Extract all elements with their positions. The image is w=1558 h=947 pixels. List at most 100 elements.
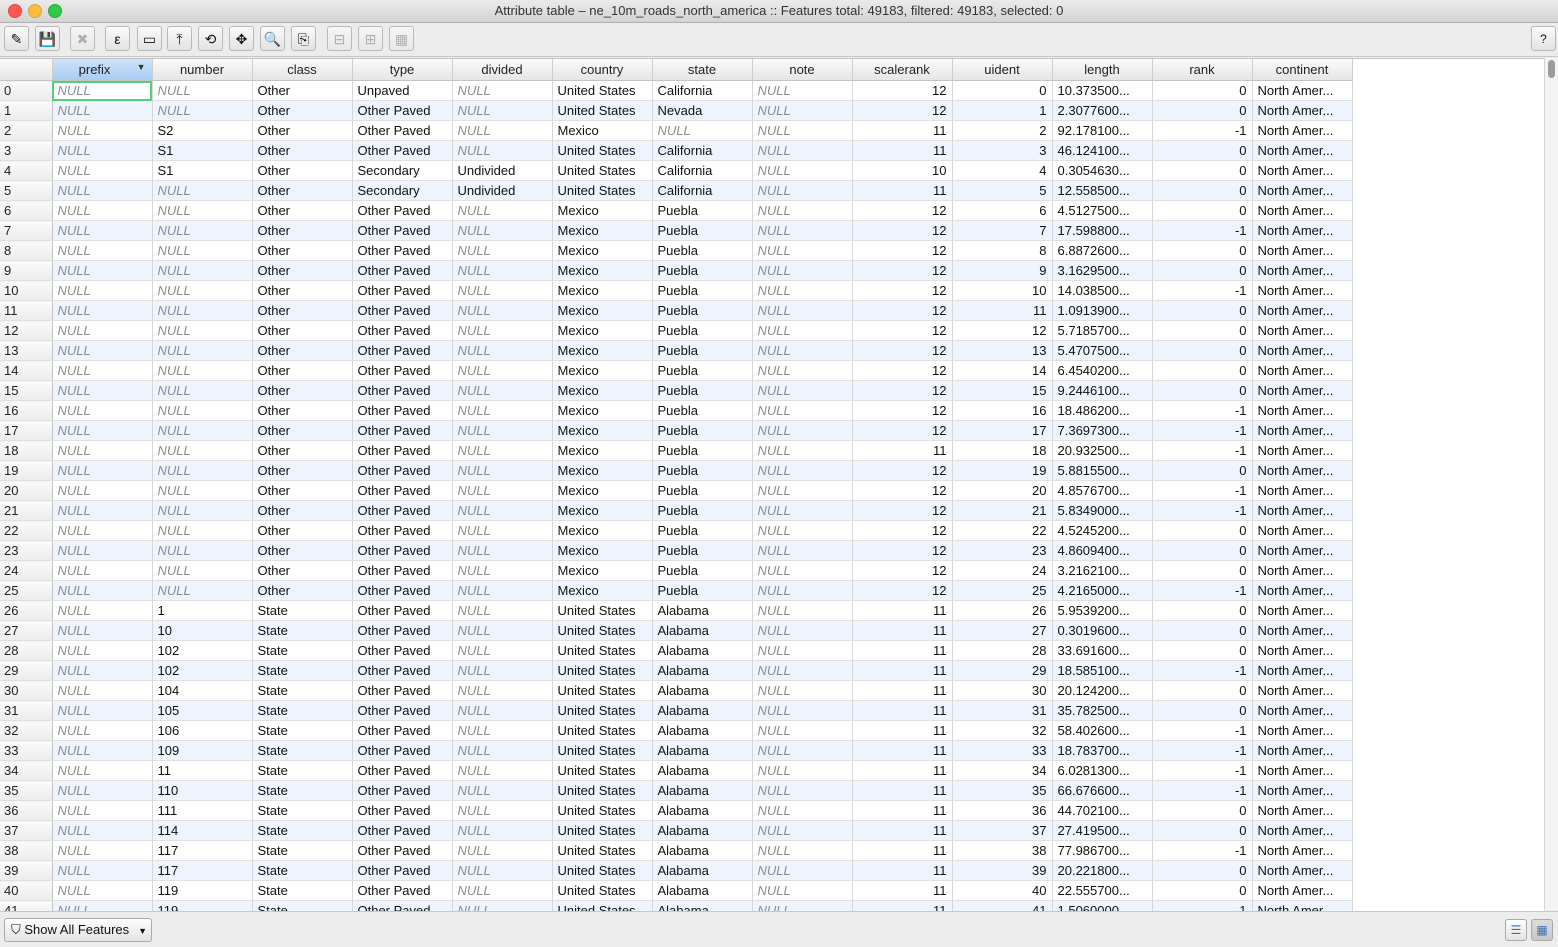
cell-type[interactable]: Other Paved	[352, 620, 453, 641]
cell-note[interactable]: NULL	[752, 720, 853, 741]
cell-divided[interactable]: NULL	[452, 540, 553, 561]
cell-scalerank[interactable]: 11	[852, 900, 953, 911]
cell-state[interactable]: Alabama	[652, 820, 753, 841]
cell-prefix[interactable]: NULL	[52, 780, 153, 801]
cell-type[interactable]: Other Paved	[352, 140, 453, 161]
cell-prefix[interactable]: NULL	[52, 620, 153, 641]
corner-header[interactable]	[0, 59, 53, 81]
cell-uident[interactable]: 21	[952, 500, 1053, 521]
cell-uident[interactable]: 28	[952, 640, 1053, 661]
cell-type[interactable]: Other Paved	[352, 560, 453, 581]
cell-class[interactable]: Other	[252, 180, 353, 201]
cell-number[interactable]: NULL	[152, 540, 253, 561]
cell-uident[interactable]: 13	[952, 340, 1053, 361]
cell-scalerank[interactable]: 11	[852, 180, 953, 201]
table-row[interactable]: 5 NULL NULL Other Secondary Undivided United S…	[0, 180, 1353, 201]
cell-number[interactable]: NULL	[152, 100, 253, 121]
cell-uident[interactable]: 11	[952, 300, 1053, 321]
cell-note[interactable]: NULL	[752, 820, 853, 841]
cell-state[interactable]: Puebla	[652, 360, 753, 381]
table-row[interactable]: 20 NULL NULL Other Other Paved NULL Mexico Pueb…	[0, 480, 1353, 501]
row-header[interactable]: 25	[0, 580, 53, 601]
cell-state[interactable]: Alabama	[652, 740, 753, 761]
cell-state[interactable]: Puebla	[652, 340, 753, 361]
cell-scalerank[interactable]: 12	[852, 260, 953, 281]
cell-number[interactable]: 105	[152, 700, 253, 721]
cell-note[interactable]: NULL	[752, 600, 853, 621]
cell-country[interactable]: Mexico	[552, 500, 653, 521]
cell-rank[interactable]: 0	[1152, 800, 1253, 821]
cell-divided[interactable]: NULL	[452, 620, 553, 641]
cell-type[interactable]: Other Paved	[352, 840, 453, 861]
cell-country[interactable]: Mexico	[552, 260, 653, 281]
cell-country[interactable]: Mexico	[552, 420, 653, 441]
cell-class[interactable]: State	[252, 860, 353, 881]
cell-scalerank[interactable]: 11	[852, 880, 953, 901]
cell-note[interactable]: NULL	[752, 880, 853, 901]
cell-number[interactable]: 114	[152, 820, 253, 841]
cell-type[interactable]: Other Paved	[352, 120, 453, 141]
cell-note[interactable]: NULL	[752, 680, 853, 701]
cell-prefix[interactable]: NULL	[52, 460, 153, 481]
row-header[interactable]: 17	[0, 420, 53, 441]
cell-continent[interactable]: North Amer...	[1252, 480, 1353, 501]
field-calculator-button[interactable]: ▦	[389, 26, 414, 51]
cell-divided[interactable]: NULL	[452, 780, 553, 801]
cell-divided[interactable]: NULL	[452, 800, 553, 821]
cell-prefix[interactable]: NULL	[52, 840, 153, 861]
cell-prefix[interactable]: NULL	[52, 440, 153, 461]
cell-continent[interactable]: North Amer...	[1252, 420, 1353, 441]
zoom-window-button[interactable]	[48, 4, 62, 18]
cell-country[interactable]: Mexico	[552, 360, 653, 381]
cell-type[interactable]: Other Paved	[352, 720, 453, 741]
cell-length[interactable]: 4.5127500...	[1052, 200, 1153, 221]
save-edits-button[interactable]: 💾	[35, 26, 60, 51]
cell-rank[interactable]: 0	[1152, 200, 1253, 221]
cell-state[interactable]: California	[652, 80, 753, 101]
cell-divided[interactable]: Undivided	[452, 160, 553, 181]
cell-length[interactable]: 4.2165000...	[1052, 580, 1153, 601]
cell-length[interactable]: 46.124100...	[1052, 140, 1153, 161]
cell-rank[interactable]: 0	[1152, 880, 1253, 901]
cell-scalerank[interactable]: 11	[852, 800, 953, 821]
cell-length[interactable]: 0.3054630...	[1052, 160, 1153, 181]
column-header-note[interactable]: note	[752, 59, 853, 81]
cell-class[interactable]: Other	[252, 100, 353, 121]
cell-note[interactable]: NULL	[752, 860, 853, 881]
cell-note[interactable]: NULL	[752, 840, 853, 861]
row-header[interactable]: 16	[0, 400, 53, 421]
cell-rank[interactable]: 0	[1152, 80, 1253, 101]
cell-number[interactable]: NULL	[152, 560, 253, 581]
table-row[interactable]: 34 NULL 11 State Other Paved NULL United State…	[0, 760, 1353, 781]
cell-type[interactable]: Secondary	[352, 160, 453, 181]
cell-country[interactable]: United States	[552, 780, 653, 801]
unselect-all-button[interactable]: ▭	[137, 26, 162, 51]
cell-rank[interactable]: -1	[1152, 440, 1253, 461]
cell-continent[interactable]: North Amer...	[1252, 760, 1353, 781]
cell-divided[interactable]: NULL	[452, 520, 553, 541]
cell-prefix[interactable]: NULL	[52, 200, 153, 221]
cell-note[interactable]: NULL	[752, 700, 853, 721]
cell-uident[interactable]: 36	[952, 800, 1053, 821]
cell-country[interactable]: United States	[552, 800, 653, 821]
cell-rank[interactable]: 0	[1152, 340, 1253, 361]
cell-country[interactable]: Mexico	[552, 560, 653, 581]
cell-rank[interactable]: 0	[1152, 100, 1253, 121]
row-header[interactable]: 19	[0, 460, 53, 481]
table-row[interactable]: 35 NULL 110 State Other Paved NULL United Stat…	[0, 780, 1353, 801]
cell-class[interactable]: Other	[252, 380, 353, 401]
cell-note[interactable]: NULL	[752, 340, 853, 361]
column-header-rank[interactable]: rank	[1152, 59, 1253, 81]
cell-class[interactable]: Other	[252, 240, 353, 261]
cell-scalerank[interactable]: 12	[852, 460, 953, 481]
cell-rank[interactable]: 0	[1152, 820, 1253, 841]
row-header[interactable]: 18	[0, 440, 53, 461]
cell-divided[interactable]: NULL	[452, 700, 553, 721]
cell-state[interactable]: Alabama	[652, 780, 753, 801]
cell-country[interactable]: United States	[552, 640, 653, 661]
cell-number[interactable]: NULL	[152, 360, 253, 381]
cell-rank[interactable]: -1	[1152, 400, 1253, 421]
cell-divided[interactable]: NULL	[452, 360, 553, 381]
cell-class[interactable]: State	[252, 740, 353, 761]
cell-country[interactable]: United States	[552, 160, 653, 181]
